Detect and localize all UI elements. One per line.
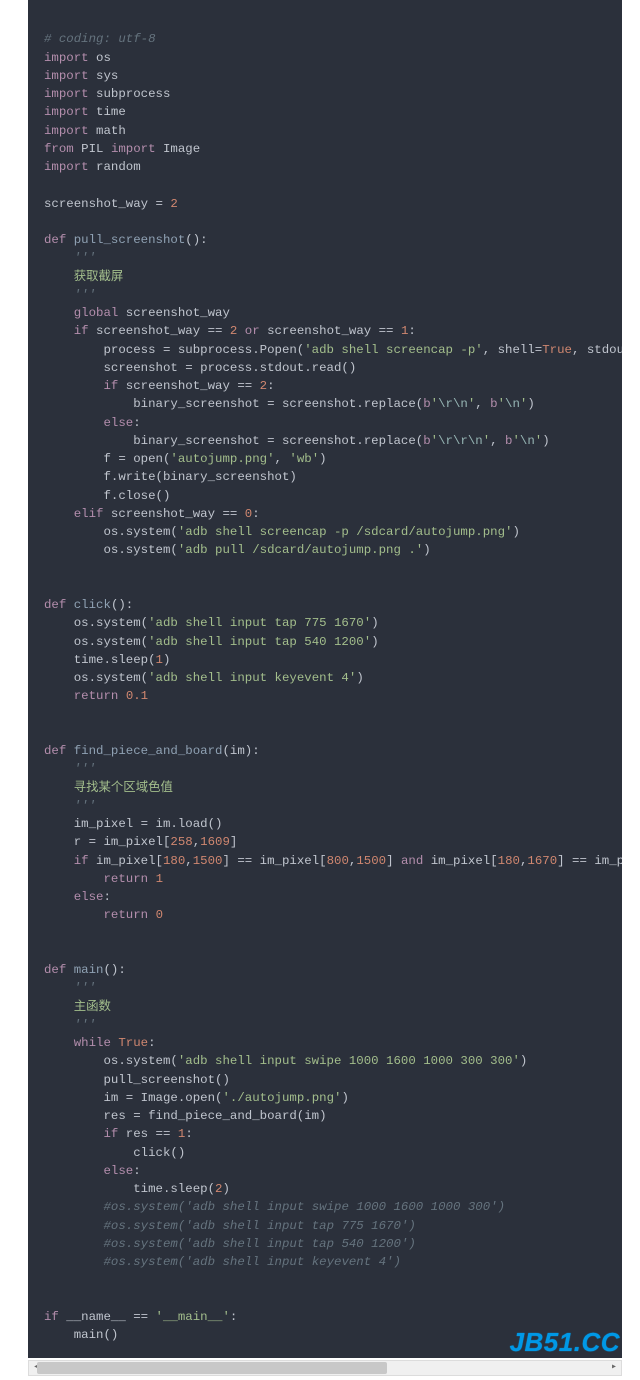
- scroll-right-icon[interactable]: ▸: [607, 1361, 621, 1375]
- code-line: [44, 324, 74, 338]
- code-line: screenshot = process.stdout.read(): [44, 361, 356, 375]
- code-line: [44, 762, 74, 776]
- code-line: [44, 854, 74, 868]
- code-line: [44, 981, 74, 995]
- page: # coding: utf-8 import os import sys imp…: [0, 0, 640, 1380]
- code-line: if: [44, 1310, 59, 1324]
- code-line: 获取截屏: [44, 270, 123, 284]
- code-line: [44, 1219, 104, 1233]
- code-line: [44, 1200, 104, 1214]
- code-line: os.system(: [44, 616, 148, 630]
- code-line: res = find_piece_and_board(im): [44, 1109, 327, 1123]
- code-line: [44, 872, 104, 886]
- code-line: [44, 288, 74, 302]
- code-line: [44, 799, 74, 813]
- code-line: def: [44, 744, 66, 758]
- code-line: os.system(: [44, 525, 178, 539]
- code-line: import: [44, 87, 89, 101]
- code-line: import: [44, 105, 89, 119]
- code-line: def: [44, 963, 66, 977]
- code-line: [44, 689, 74, 703]
- code-line: import: [44, 160, 89, 174]
- code-line: f.write(binary_screenshot): [44, 470, 297, 484]
- code-line: binary_screenshot = screenshot.replace(: [44, 434, 423, 448]
- code-editor: # coding: utf-8 import os import sys imp…: [28, 0, 622, 1358]
- code-line: time.sleep(: [44, 1182, 215, 1196]
- code-line: import: [44, 69, 89, 83]
- code-line: main(): [44, 1328, 118, 1342]
- code-line: # coding: utf-8: [44, 32, 156, 46]
- watermark: JB51.CC: [510, 1327, 620, 1358]
- code-line: [44, 908, 104, 922]
- code-line: [44, 1018, 74, 1032]
- code-line: os.system(: [44, 635, 148, 649]
- code-line: r = im_pixel[: [44, 835, 170, 849]
- code-line: import: [44, 124, 89, 138]
- code-line: [44, 507, 74, 521]
- code-line: time.sleep(: [44, 653, 156, 667]
- horizontal-scrollbar[interactable]: ◂ ▸: [28, 1360, 622, 1376]
- code-line: im = Image.open(: [44, 1091, 222, 1105]
- code-line: process = subprocess.Popen(: [44, 343, 304, 357]
- code-line: [44, 251, 74, 265]
- code-line: 寻找某个区域色值: [44, 781, 173, 795]
- code-line: os.system(: [44, 543, 178, 557]
- code-line: [44, 306, 74, 320]
- code-line: [44, 379, 104, 393]
- code-line: [44, 1036, 74, 1050]
- scrollbar-thumb[interactable]: [37, 1362, 387, 1374]
- code-line: [44, 1255, 104, 1269]
- code-line: [44, 1164, 104, 1178]
- code-line: import: [44, 51, 89, 65]
- code-line: os.system(: [44, 1054, 178, 1068]
- code-line: f.close(): [44, 489, 170, 503]
- code-line: [44, 416, 104, 430]
- code-line: def: [44, 598, 66, 612]
- code-line: [44, 1127, 104, 1141]
- code-line: click(): [44, 1146, 185, 1160]
- code-line: f = open(: [44, 452, 170, 466]
- code-line: 主函数: [44, 1000, 111, 1014]
- code-line: os.system(: [44, 671, 148, 685]
- code-line: pull_screenshot(): [44, 1073, 230, 1087]
- code-line: [44, 890, 74, 904]
- code-line: screenshot_way =: [44, 197, 170, 211]
- code-line: def: [44, 233, 66, 247]
- code-line: from: [44, 142, 74, 156]
- code-line: [44, 1237, 104, 1251]
- code-line: im_pixel = im.load(): [44, 817, 222, 831]
- code-line: binary_screenshot = screenshot.replace(: [44, 397, 423, 411]
